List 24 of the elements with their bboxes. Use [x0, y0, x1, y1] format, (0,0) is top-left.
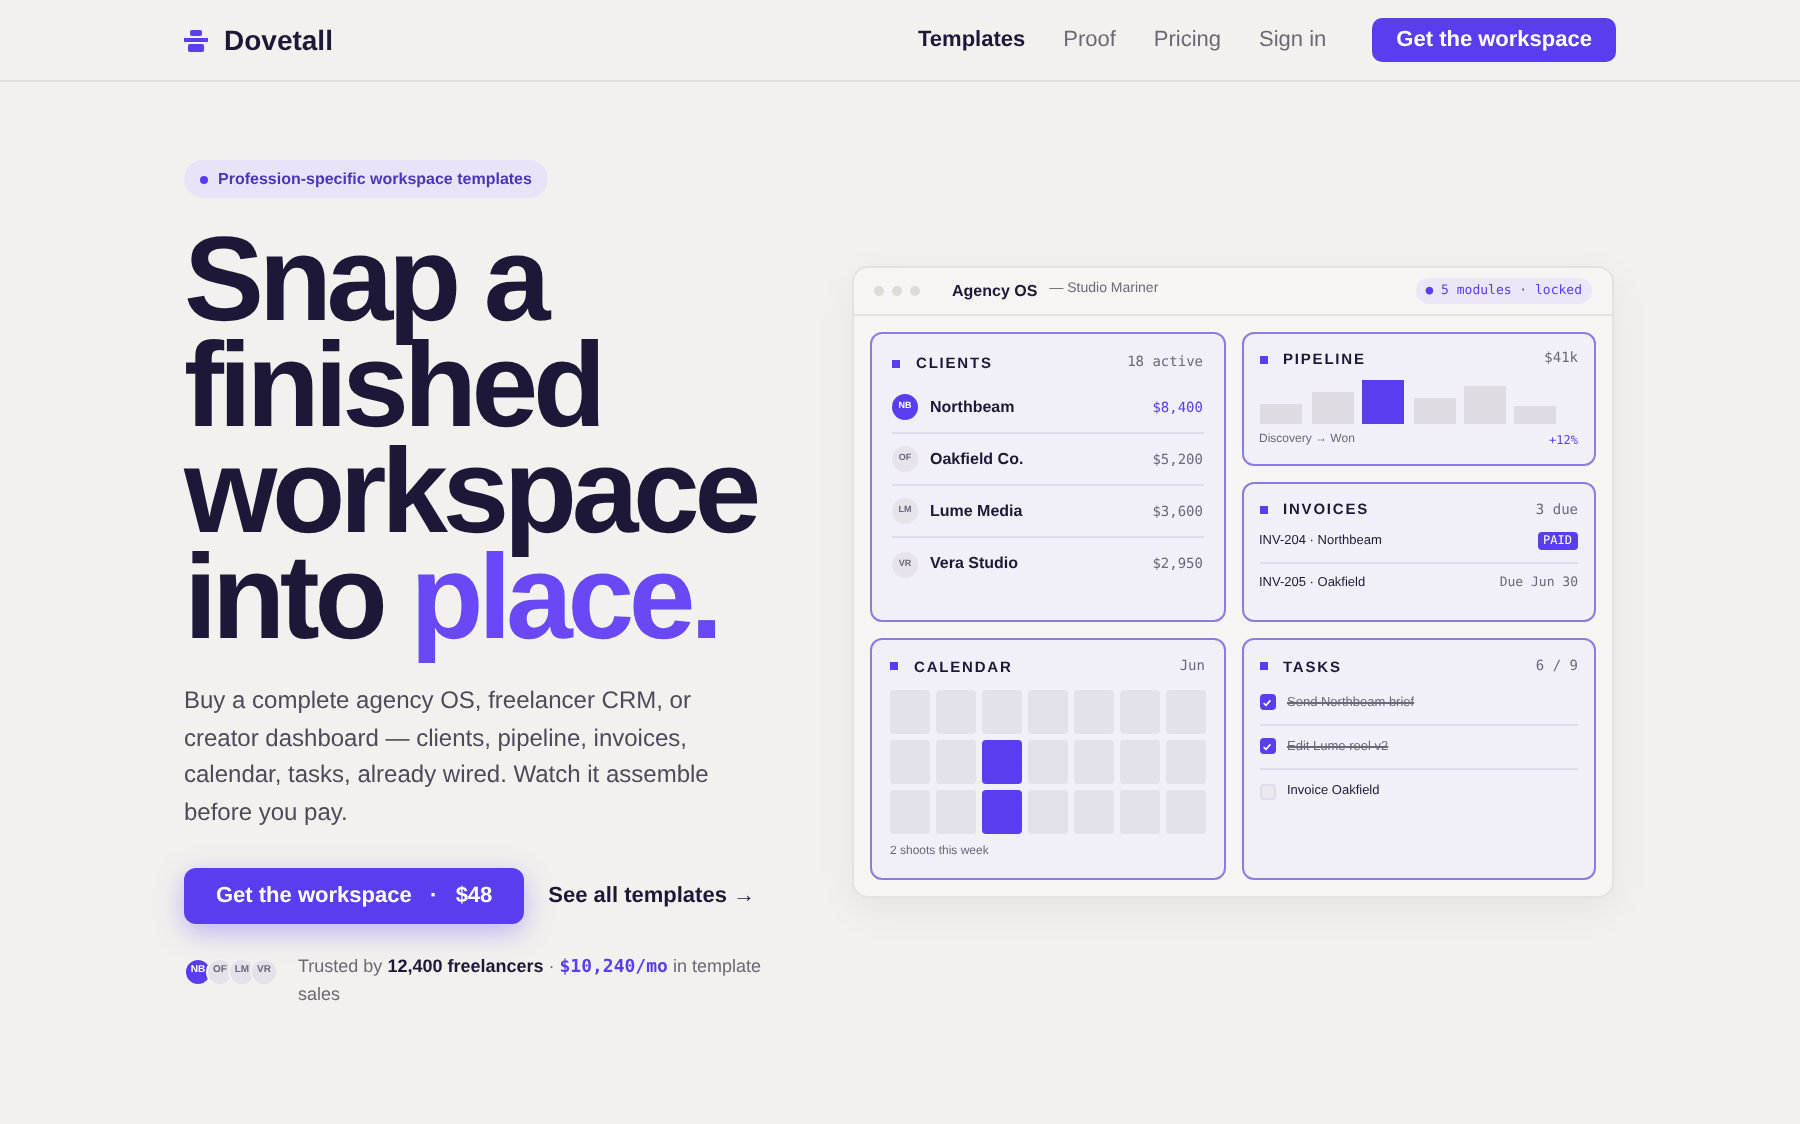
- client-name: Oakfield Co.: [930, 447, 1024, 472]
- window-title: Agency OS: [952, 279, 1038, 303]
- templates-link[interactable]: See all templates →: [548, 879, 755, 913]
- buy-button[interactable]: Get the workspace · $48: [184, 868, 525, 924]
- bullet-icon: [1259, 662, 1267, 671]
- bullet-icon: [892, 359, 900, 368]
- client-name: Lume Media: [930, 499, 1023, 524]
- nav-link[interactable]: Proof: [1063, 23, 1116, 57]
- bullet-icon: [1259, 355, 1267, 364]
- bullet-icon: [890, 662, 898, 671]
- client-name: Vera Studio: [930, 552, 1019, 577]
- nav-link[interactable]: Pricing: [1153, 23, 1222, 57]
- brand-name: Dovetall: [224, 21, 333, 59]
- nav-link[interactable]: Sign in: [1259, 23, 1327, 57]
- task-checkbox[interactable]: [1259, 694, 1275, 711]
- badge-text: Profession-specific workspace templates: [218, 167, 532, 191]
- logo-icon: [184, 29, 208, 51]
- hero-description: Buy a complete agency OS, freelancer CRM, or creator dashboard — clients, pipeline, invoices, calendar, tasks, already wired. Watch it assemble before you pay.: [184, 684, 711, 829]
- task-checkbox[interactable]: [1259, 738, 1275, 755]
- trust-text: Trusted by 12,400 freelancers · $10,240/mo in template sales: [298, 954, 763, 1006]
- cta-button[interactable]: Get the workspace: [1372, 18, 1616, 62]
- nav-link[interactable]: Templates: [918, 23, 1026, 57]
- client-name: Northbeam: [930, 395, 1015, 420]
- bullet-icon: [1259, 505, 1267, 514]
